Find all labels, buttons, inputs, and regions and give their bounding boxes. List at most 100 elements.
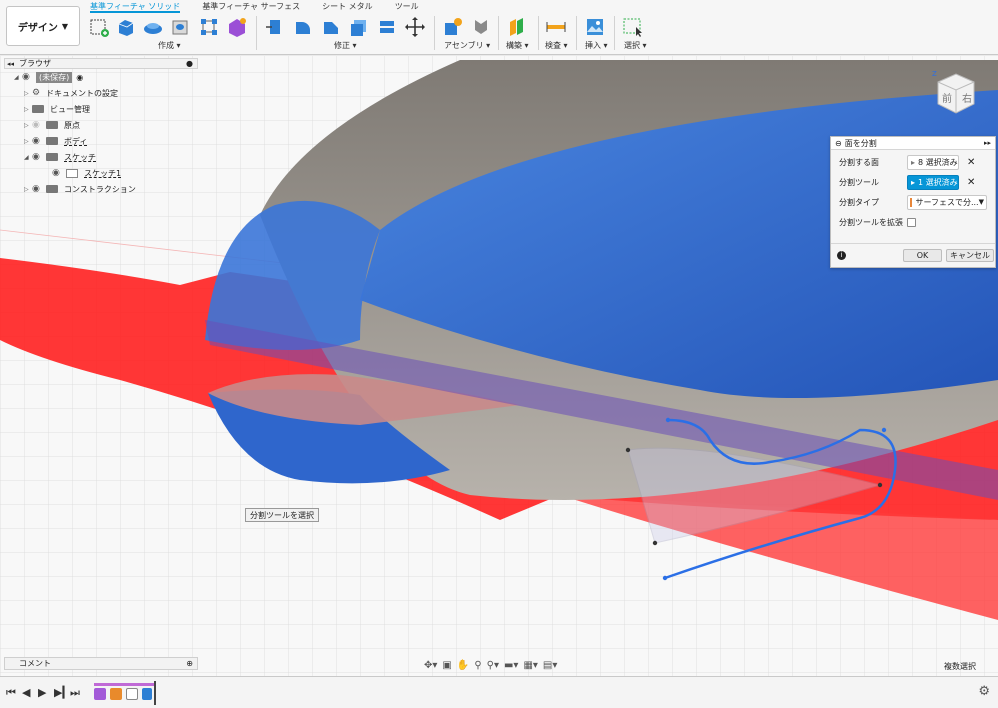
step-forward-icon[interactable]: ▶▎ — [54, 686, 71, 699]
revolve-icon[interactable] — [142, 16, 164, 38]
expand-icon[interactable]: ▷ — [24, 186, 32, 193]
viewports-icon[interactable]: ▤▾ — [543, 660, 557, 671]
expand-icon[interactable]: ▷ — [24, 90, 32, 97]
timeline-settings-gear-icon[interactable]: ⚙ — [978, 684, 990, 699]
look-at-icon[interactable]: ▣ — [442, 660, 451, 671]
chamfer-icon[interactable] — [320, 16, 342, 38]
curve-point[interactable] — [881, 427, 887, 433]
extend-checkbox[interactable] — [907, 217, 916, 227]
select-window-icon[interactable] — [622, 16, 644, 38]
faces-select-button[interactable]: ▸ 8 選択済み — [907, 154, 959, 170]
move-icon[interactable] — [404, 16, 426, 38]
insert-image-icon[interactable] — [584, 16, 606, 38]
ok-button[interactable]: OK — [903, 249, 942, 262]
info-icon[interactable]: i — [837, 251, 846, 260]
measure-icon[interactable] — [545, 16, 567, 38]
hole-icon[interactable] — [169, 16, 191, 38]
tab-tools[interactable]: ツール — [395, 1, 419, 13]
group-inspect[interactable]: 検査 ▾ — [545, 40, 568, 51]
add-comment-icon[interactable]: ⊕ — [186, 659, 193, 668]
browser-item-sketch1[interactable]: ◉ スケッチ1 — [4, 165, 198, 181]
expand-icon[interactable]: ◢ — [14, 74, 22, 81]
grid-settings-icon[interactable]: ▦▾ — [523, 660, 537, 671]
browser-item-sketches[interactable]: ◢ ◉ スケッチ — [4, 149, 198, 165]
group-assemble[interactable]: アセンブリ ▾ — [444, 40, 490, 51]
sketch-feature-icon[interactable] — [126, 688, 138, 700]
tab-sheet-metal[interactable]: シート メタル — [322, 1, 373, 13]
form-feature-icon[interactable] — [94, 688, 106, 700]
tab-surface[interactable]: 基準フィーチャ サーフェス — [202, 1, 300, 13]
group-select[interactable]: 選択 ▾ — [624, 40, 647, 51]
split-body-icon[interactable] — [376, 16, 398, 38]
timeline-marker[interactable] — [154, 681, 156, 705]
browser-item-doc-settings[interactable]: ▷ ⚙ ドキュメントの設定 — [4, 85, 198, 101]
plane-feature-icon[interactable] — [110, 688, 122, 700]
display-settings-icon[interactable]: ▬▾ — [504, 660, 518, 671]
play-icon[interactable]: ▶ — [38, 686, 46, 699]
sketch-point[interactable] — [652, 540, 658, 546]
offset-plane-icon[interactable] — [506, 16, 528, 38]
visibility-icon[interactable]: ◉ — [22, 72, 36, 82]
pin-icon[interactable]: ● — [186, 59, 193, 68]
go-to-end-icon[interactable]: ⏭ — [70, 686, 80, 700]
visibility-icon[interactable]: ◉ — [52, 168, 66, 178]
comments-bar[interactable]: コメント ⊕ — [4, 657, 198, 670]
curve-point[interactable] — [662, 575, 668, 581]
group-construct[interactable]: 構築 ▾ — [506, 40, 529, 51]
split-type-select[interactable]: サーフェスで分... ▼ — [907, 194, 987, 210]
joint-icon[interactable] — [470, 16, 492, 38]
browser-item-bodies[interactable]: ▷ ◉ ボディ — [4, 133, 198, 149]
visibility-icon[interactable]: ◉ — [32, 120, 46, 130]
collapse-icon[interactable]: ◂◂ — [7, 60, 14, 68]
split-feature-icon[interactable] — [142, 688, 152, 700]
curve-point[interactable] — [665, 417, 671, 423]
pattern-icon[interactable] — [198, 16, 220, 38]
clear-faces-icon[interactable]: ✕ — [967, 157, 975, 168]
clear-tool-icon[interactable]: ✕ — [967, 177, 975, 188]
browser-item-named-views[interactable]: ▷ ビュー管理 — [4, 101, 198, 117]
step-back-icon[interactable]: ◀ — [22, 686, 30, 699]
row-faces-to-split: 分割する面 ▸ 8 選択済み ✕ — [839, 154, 975, 170]
pan-icon[interactable]: ✋ — [457, 660, 469, 671]
expand-panel-icon[interactable]: ▸▸ — [984, 139, 991, 147]
group-create[interactable]: 作成 ▾ — [158, 40, 181, 51]
viewcube[interactable]: 前 右 Z — [932, 68, 978, 118]
create-sketch-icon[interactable] — [88, 16, 110, 38]
go-to-start-icon[interactable]: ⏮ — [6, 686, 16, 700]
visibility-icon[interactable]: ◉ — [32, 184, 46, 194]
radio-icon[interactable]: ◉ — [76, 73, 83, 82]
extrude-icon[interactable] — [115, 16, 137, 38]
group-modify[interactable]: 修正 ▾ — [334, 40, 357, 51]
sketch-point[interactable] — [625, 447, 631, 453]
fit-icon[interactable]: ⚲▾ — [487, 660, 499, 671]
group-create-label: 作成 — [158, 41, 174, 50]
viewcube-front[interactable]: 前 — [942, 92, 952, 105]
visibility-icon[interactable]: ◉ — [32, 136, 46, 146]
form-icon[interactable] — [226, 16, 248, 38]
viewcube-right[interactable]: 右 — [962, 92, 972, 105]
minus-icon[interactable]: ⊖ — [835, 139, 842, 148]
sketch-point[interactable] — [877, 482, 883, 488]
browser-root[interactable]: ◢ ◉ (未保存) ◉ — [4, 69, 198, 85]
expand-icon[interactable]: ▷ — [24, 106, 32, 113]
zoom-icon[interactable]: ⚲ — [474, 660, 481, 671]
browser-item-construction[interactable]: ▷ ◉ コンストラクション — [4, 181, 198, 197]
shell-icon[interactable] — [348, 16, 370, 38]
new-component-icon[interactable] — [442, 16, 464, 38]
cancel-button[interactable]: キャンセル — [946, 249, 994, 262]
group-assemble-label: アセンブリ — [444, 41, 484, 50]
split-tool-select-button[interactable]: ▸ 1 選択済み — [907, 174, 959, 190]
workspace-dropdown[interactable]: デザイン ▼ — [6, 6, 80, 46]
browser-item-origin[interactable]: ▷ ◉ 原点 — [4, 117, 198, 133]
orbit-icon[interactable]: ✥▾ — [424, 660, 437, 671]
browser-item-label: ドキュメントの設定 — [46, 88, 118, 98]
tab-solid[interactable]: 基準フィーチャ ソリッド — [90, 1, 181, 13]
expand-icon[interactable]: ◢ — [24, 154, 32, 161]
fillet-icon[interactable] — [292, 16, 314, 38]
toolbar-separator — [256, 16, 257, 50]
press-pull-icon[interactable] — [264, 16, 286, 38]
expand-icon[interactable]: ▷ — [24, 122, 32, 129]
group-insert[interactable]: 挿入 ▾ — [585, 40, 608, 51]
expand-icon[interactable]: ▷ — [24, 138, 32, 145]
visibility-icon[interactable]: ◉ — [32, 152, 46, 162]
